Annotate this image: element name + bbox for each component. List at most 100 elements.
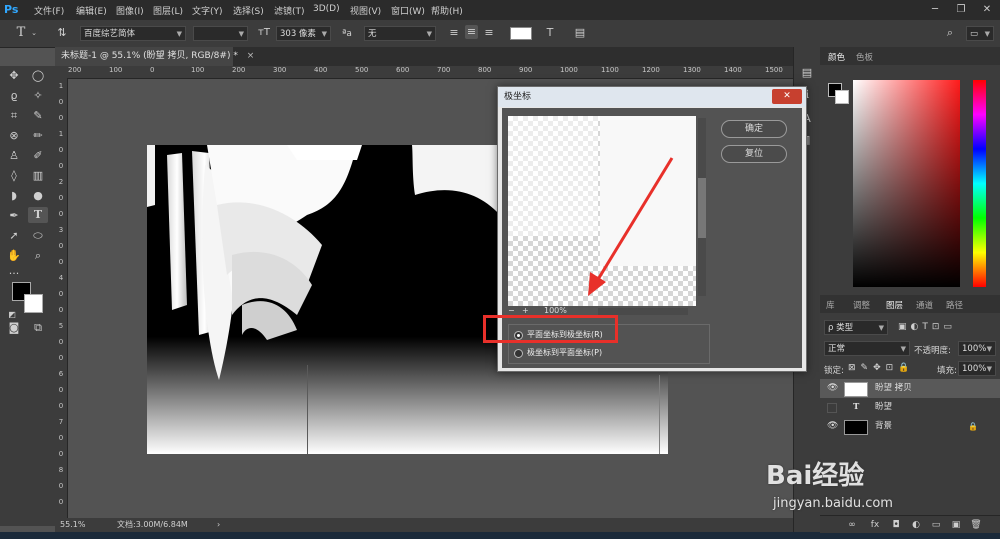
font-family-select[interactable]: 百度综艺简体 ▼ bbox=[80, 26, 186, 41]
fx-icon[interactable]: fx bbox=[868, 518, 882, 532]
zoom-out-button[interactable]: − bbox=[508, 306, 515, 315]
dodge-tool-icon[interactable]: ● bbox=[28, 188, 48, 204]
layer-row-selected[interactable]: 👁 盼望 拷贝 bbox=[820, 379, 1000, 398]
background-color-swatch[interactable] bbox=[24, 294, 43, 313]
lock-icons[interactable]: ⊠✎✥⊡🔒 bbox=[848, 363, 914, 373]
align-center-icon[interactable]: ≡ bbox=[465, 25, 478, 39]
screen-mode-icon[interactable]: ⧉ bbox=[28, 320, 48, 336]
menu-select[interactable]: 选择(S) bbox=[233, 4, 264, 17]
menu-image[interactable]: 图像(I) bbox=[116, 4, 144, 17]
preview-scrollbar-vertical[interactable] bbox=[698, 118, 706, 296]
color-picker-field[interactable] bbox=[853, 80, 960, 287]
hand-tool-icon[interactable]: ✋ bbox=[4, 248, 24, 264]
lasso-tool-icon[interactable]: ϱ bbox=[4, 88, 24, 104]
document-tab[interactable]: 未标题-1 @ 55.1% (盼望 拷贝, RGB/8#) * × bbox=[55, 47, 254, 66]
type-tool-icon[interactable]: T bbox=[28, 207, 48, 223]
warp-text-icon[interactable]: Ｔ bbox=[543, 26, 557, 40]
align-left-icon[interactable]: ≡ bbox=[448, 26, 460, 40]
close-window-button[interactable]: ✕ bbox=[974, 2, 1000, 18]
eye-icon[interactable]: 👁 bbox=[827, 417, 838, 436]
adjustment-layer-icon[interactable]: ◐ bbox=[910, 518, 922, 532]
polar-to-rect-label[interactable]: 极坐标到平面坐标(P) bbox=[527, 347, 602, 358]
eye-hidden-icon[interactable] bbox=[827, 403, 837, 413]
opacity-field[interactable]: 100% ▼ bbox=[958, 341, 996, 356]
menu-view[interactable]: 视图(V) bbox=[350, 4, 381, 17]
blur-tool-icon[interactable]: ◗ bbox=[4, 188, 24, 204]
tab-adjustments[interactable]: 调整 bbox=[853, 299, 870, 311]
brush-tool-icon[interactable]: ✏ bbox=[28, 128, 48, 144]
ok-button[interactable]: 确定 bbox=[721, 120, 787, 138]
menu-window[interactable]: 窗口(W) bbox=[391, 4, 425, 17]
eraser-icon[interactable]: ◊ bbox=[4, 168, 24, 184]
healing-brush-icon[interactable]: ⊗ bbox=[4, 128, 24, 144]
close-tab-icon[interactable]: × bbox=[247, 51, 255, 61]
group-icon[interactable]: ▭ bbox=[930, 518, 942, 532]
more-tools-icon[interactable]: ··· bbox=[4, 266, 24, 282]
quick-mask-icon[interactable]: ◙ bbox=[4, 320, 24, 336]
magic-wand-icon[interactable]: ✧ bbox=[28, 88, 48, 104]
fill-field[interactable]: 100% ▼ bbox=[958, 361, 996, 376]
restore-button[interactable]: ❐ bbox=[948, 2, 974, 18]
menu-filter[interactable]: 滤镜(T) bbox=[274, 4, 305, 17]
layer-filter-select[interactable]: ρ 类型 ▼ bbox=[824, 320, 888, 335]
antialias-select[interactable]: 无 ▼ bbox=[364, 26, 436, 41]
menu-3d[interactable]: 3D(D) bbox=[313, 4, 340, 14]
scrollbar-thumb[interactable] bbox=[698, 178, 706, 238]
layer-row[interactable]: 👁 背景 🔒 bbox=[820, 417, 1000, 436]
default-colors-icon[interactable]: ◩ bbox=[6, 310, 18, 320]
menu-edit[interactable]: 编辑(E) bbox=[76, 4, 107, 17]
mask-icon[interactable]: ◘ bbox=[890, 518, 902, 532]
font-size-select[interactable]: 303 像素 ▼ bbox=[276, 26, 331, 41]
menu-type[interactable]: 文字(Y) bbox=[192, 4, 223, 17]
radio-polar-to-rect[interactable] bbox=[514, 349, 523, 358]
text-color-swatch[interactable] bbox=[510, 27, 532, 40]
history-panel-icon[interactable]: ▤ bbox=[797, 65, 817, 81]
background-color-swatch[interactable] bbox=[835, 90, 849, 104]
layer-row[interactable]: T 盼望 bbox=[820, 398, 1000, 417]
link-layers-icon[interactable]: ∞ bbox=[846, 518, 858, 532]
tab-color[interactable]: 颜色 bbox=[828, 51, 845, 63]
crop-tool-icon[interactable]: ⌗ bbox=[4, 108, 24, 124]
ruler-tick-label: 0 bbox=[58, 210, 64, 218]
menu-layer[interactable]: 图层(L) bbox=[153, 4, 183, 17]
pen-tool-icon[interactable]: ✒ bbox=[4, 208, 24, 224]
dialog-close-button[interactable]: ✕ bbox=[772, 89, 802, 104]
eye-icon[interactable]: 👁 bbox=[827, 379, 838, 398]
minimize-button[interactable]: ─ bbox=[922, 2, 948, 18]
blend-mode-select[interactable]: 正常 ▼ bbox=[824, 341, 910, 356]
history-brush-icon[interactable]: ✐ bbox=[28, 148, 48, 164]
zoom-level[interactable]: 55.1% bbox=[60, 518, 85, 532]
shape-tool-icon[interactable]: ⬭ bbox=[28, 228, 48, 244]
trash-icon[interactable]: 🗑 bbox=[970, 518, 982, 532]
hue-slider[interactable] bbox=[973, 80, 986, 287]
status-menu-arrow[interactable]: › bbox=[217, 518, 220, 532]
menu-help[interactable]: 帮助(H) bbox=[431, 4, 463, 17]
layer-filter-icons[interactable]: ▣◐T⊡▭ bbox=[898, 320, 998, 334]
tab-paths[interactable]: 路径 bbox=[946, 299, 963, 311]
dialog-titlebar[interactable]: 极坐标 ✕ bbox=[498, 87, 806, 107]
align-right-icon[interactable]: ≡ bbox=[483, 26, 495, 40]
type-tool-preset-icon[interactable]: T bbox=[14, 26, 28, 40]
move-tool-icon[interactable]: ✥ bbox=[4, 68, 24, 84]
tab-libraries[interactable]: 库 bbox=[826, 299, 835, 311]
character-panel-icon[interactable]: ▤ bbox=[573, 26, 587, 40]
path-select-icon[interactable]: ➚ bbox=[4, 228, 24, 244]
search-icon[interactable]: ⌕ bbox=[943, 26, 957, 40]
menu-file[interactable]: 文件(F) bbox=[34, 4, 64, 17]
chevron-down-icon[interactable]: ⌄ bbox=[30, 26, 38, 40]
tab-swatches[interactable]: 色板 bbox=[856, 51, 873, 63]
text-orientation-icon[interactable]: ⇅ bbox=[55, 26, 69, 40]
reset-button[interactable]: 复位 bbox=[721, 145, 787, 163]
new-layer-icon[interactable]: ▣ bbox=[950, 518, 962, 532]
gradient-icon[interactable]: ▥ bbox=[28, 168, 48, 184]
preview-scrollbar-horizontal[interactable] bbox=[598, 308, 688, 315]
eyedropper-icon[interactable]: ✎ bbox=[28, 108, 48, 124]
font-style-select[interactable]: ▼ bbox=[193, 26, 248, 41]
zoom-in-button[interactable]: + bbox=[522, 306, 529, 315]
workspace-select[interactable]: ▭ ▼ bbox=[966, 26, 994, 41]
zoom-tool-icon[interactable]: ⌕ bbox=[28, 248, 48, 264]
marquee-tool-icon[interactable]: ◯ bbox=[28, 68, 48, 84]
clone-stamp-icon[interactable]: ♙ bbox=[4, 148, 24, 164]
tab-layers[interactable]: 图层 bbox=[886, 299, 903, 311]
tab-channels[interactable]: 通道 bbox=[916, 299, 933, 311]
